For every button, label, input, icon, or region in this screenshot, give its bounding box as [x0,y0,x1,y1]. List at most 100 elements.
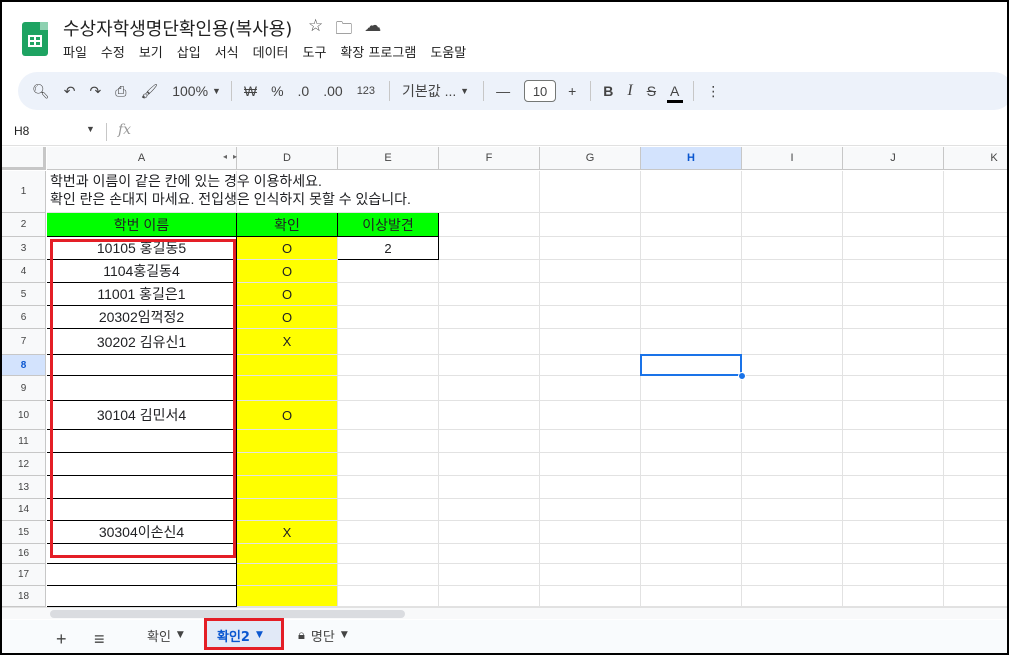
cell-i4[interactable] [742,260,843,283]
paint-format-icon[interactable]: 🖌︎ [140,83,158,100]
cell-j16[interactable] [843,544,944,564]
row-header-18[interactable]: 18 [2,586,46,607]
cell-e4[interactable] [338,260,439,283]
cell-k1[interactable] [944,171,1007,213]
row-header-9[interactable]: 9 [2,376,46,401]
cell-e5[interactable] [338,283,439,306]
row-header-3[interactable]: 3 [2,237,46,260]
cell-k10[interactable] [944,401,1007,430]
cell-e6[interactable] [338,306,439,329]
cell-e12[interactable] [338,453,439,476]
cloud-status-icon[interactable]: ☁ [364,16,381,45]
cell-h10[interactable] [641,401,742,430]
cell-a11[interactable] [47,430,237,453]
cell-e10[interactable] [338,401,439,430]
cell-a6[interactable]: 20302임꺽정2 [47,306,237,329]
menu-view[interactable]: 보기 [139,42,163,61]
cell-e16[interactable] [338,544,439,564]
cell-k5[interactable] [944,283,1007,306]
row-header-17[interactable]: 17 [2,564,46,586]
row-header-12[interactable]: 12 [2,453,46,476]
cell-g6[interactable] [540,306,641,329]
cell-j15[interactable] [843,521,944,544]
select-all-corner[interactable] [2,147,46,170]
zoom-select[interactable]: 100% ▼ [172,83,221,99]
scrollbar-thumb[interactable] [50,610,405,618]
menu-help[interactable]: 도움말 [430,42,466,61]
cell-i18[interactable] [742,586,843,607]
cell-e15[interactable] [338,521,439,544]
cell-e8[interactable] [338,355,439,376]
cell-d3[interactable]: O [237,237,338,260]
cell-g13[interactable] [540,476,641,499]
add-sheet-icon[interactable]: + [56,629,67,650]
cell-j6[interactable] [843,306,944,329]
cell-d6[interactable]: O [237,306,338,329]
cell-d9[interactable] [237,376,338,401]
cell-f5[interactable] [439,283,540,306]
cell-h17[interactable] [641,564,742,586]
cell-a14[interactable] [47,499,237,521]
cell-e13[interactable] [338,476,439,499]
cell-f10[interactable] [439,401,540,430]
cell-a9[interactable] [47,376,237,401]
strikethrough-button[interactable]: S [647,83,656,99]
hidden-columns-arrows-icon[interactable]: ◂▸ [223,152,243,161]
cell-i16[interactable] [742,544,843,564]
cell-a17[interactable] [47,564,237,586]
cell-a15[interactable]: 30304이손신4 [47,521,237,544]
cell-k11[interactable] [944,430,1007,453]
cell-h7[interactable] [641,329,742,355]
cell-d12[interactable] [237,453,338,476]
cell-d10[interactable]: O [237,401,338,430]
sheet-tab-확인2[interactable]: 확인2 ▼ [207,620,281,650]
menu-tools[interactable]: 도구 [303,42,327,61]
cell-a3[interactable]: 10105 홍길동5 [47,237,237,260]
cell-g2[interactable] [540,213,641,237]
cell-k16[interactable] [944,544,1007,564]
cell-i2[interactable] [742,213,843,237]
cell-i6[interactable] [742,306,843,329]
menu-data[interactable]: 데이터 [253,42,289,61]
cell-f1[interactable] [439,171,540,213]
menu-format[interactable]: 서식 [215,42,239,61]
cell-j5[interactable] [843,283,944,306]
chevron-down-icon[interactable]: ▼ [177,630,184,640]
cell-j4[interactable] [843,260,944,283]
column-header-a[interactable]: A [47,147,237,170]
row-header-6[interactable]: 6 [2,306,46,329]
menu-file[interactable]: 파일 [63,42,87,61]
row-header-15[interactable]: 15 [2,521,46,544]
cell-j18[interactable] [843,586,944,607]
cell-j7[interactable] [843,329,944,355]
cell-h13[interactable] [641,476,742,499]
font-select[interactable]: 기본값 ... ▼ [402,81,469,101]
cell-g12[interactable] [540,453,641,476]
row-header-16[interactable]: 16 [2,544,46,564]
cell-f16[interactable] [439,544,540,564]
cell-a2[interactable]: 학번 이름 [47,213,237,237]
column-header-i[interactable]: I [742,147,843,170]
chevron-down-icon[interactable]: ▼ [256,630,263,640]
cell-a7[interactable]: 30202 김유신1 [47,329,237,355]
cell-f18[interactable] [439,586,540,607]
row-header-4[interactable]: 4 [2,260,46,283]
cell-h2[interactable] [641,213,742,237]
bold-button[interactable]: B [603,83,613,99]
font-size-input[interactable]: 10 [524,80,557,102]
row-header-5[interactable]: 5 [2,283,46,306]
sheets-logo-icon[interactable] [22,22,48,56]
cell-d5[interactable]: O [237,283,338,306]
selected-cell-outline[interactable] [640,354,742,376]
cell-e14[interactable] [338,499,439,521]
undo-icon[interactable]: ↶ [64,83,76,100]
cell-i10[interactable] [742,401,843,430]
cell-d17[interactable] [237,564,338,586]
cell-g14[interactable] [540,499,641,521]
cell-a10[interactable]: 30104 김민서4 [47,401,237,430]
cell-g10[interactable] [540,401,641,430]
cell-d2[interactable]: 확인 [237,213,338,237]
menu-insert[interactable]: 삽입 [177,42,201,61]
cell-h14[interactable] [641,499,742,521]
redo-icon[interactable]: ↷ [90,83,102,100]
